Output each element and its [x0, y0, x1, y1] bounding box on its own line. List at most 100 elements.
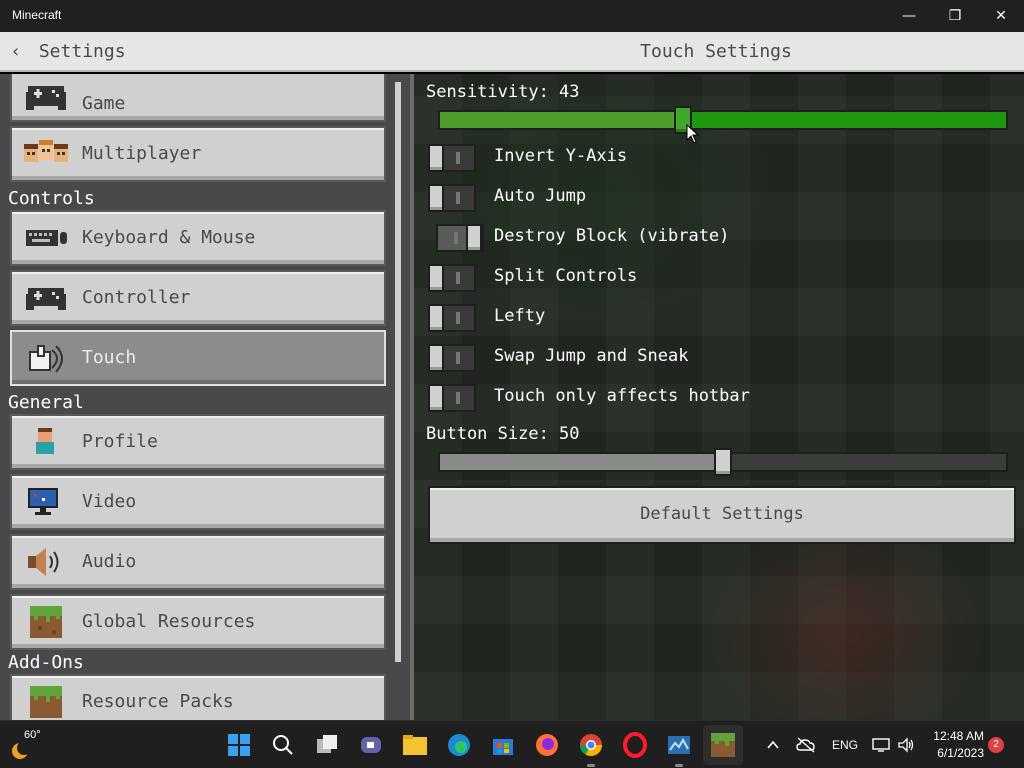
- controller-icon: [26, 86, 66, 110]
- toggle-knob: [428, 184, 444, 212]
- edge-button[interactable]: [443, 729, 475, 761]
- teams-chat-button[interactable]: [355, 729, 387, 761]
- back-label: Settings: [38, 41, 126, 62]
- toggle-knob: [428, 144, 444, 172]
- back-button[interactable]: ‹ Settings: [12, 32, 126, 72]
- toggle-label: Invert Y-Axis: [494, 146, 628, 166]
- taskbar-search-button[interactable]: [267, 729, 299, 761]
- sidebar-item-controller[interactable]: Controller: [10, 270, 386, 326]
- sidebar-item-label: Multiplayer: [82, 143, 202, 164]
- photos-icon: [668, 736, 690, 754]
- sidebar-item-label: Video: [82, 491, 137, 512]
- toggle-label: Destroy Block (vibrate): [494, 226, 730, 246]
- chrome-icon: [580, 734, 602, 756]
- toggle-switch[interactable]: [428, 264, 476, 292]
- settings-sidebar: Game Multiplayer Controls Keyboard & Mou…: [0, 74, 410, 720]
- chevron-left-icon: ‹: [12, 41, 20, 62]
- monitor-icon: [28, 488, 58, 515]
- toggle-notch: [456, 392, 460, 404]
- keyboard-icon: [26, 230, 67, 246]
- sidebar-item-global-resources[interactable]: Global Resources: [10, 594, 386, 650]
- clock-date: 6/1/2023: [937, 746, 984, 760]
- notification-badge[interactable]: 2: [988, 737, 1004, 753]
- sidebar-item-label: Touch: [82, 347, 137, 368]
- volume-icon[interactable]: [897, 737, 915, 753]
- file-explorer-icon: [403, 735, 427, 755]
- file-explorer-button[interactable]: [399, 729, 431, 761]
- toggle-switch[interactable]: [428, 344, 476, 372]
- minecraft-taskbar-button[interactable]: [703, 725, 743, 765]
- chrome-button[interactable]: [575, 729, 607, 767]
- controller-icon: [26, 288, 66, 310]
- toggle-notch: [456, 312, 460, 324]
- slider-fill: [440, 454, 723, 470]
- grass-block-icon: [30, 606, 62, 638]
- sensitivity-slider[interactable]: [438, 106, 1008, 134]
- multiplayer-icon: [24, 140, 68, 162]
- moon-weather-icon: [12, 741, 30, 759]
- language-indicator[interactable]: ENG: [832, 738, 858, 752]
- toggle-switch[interactable]: [428, 304, 476, 332]
- sidebar-item-game[interactable]: Game: [10, 74, 386, 122]
- sensitivity-label: Sensitivity: 43: [426, 82, 580, 102]
- clock-time: 12:48 AM: [933, 729, 984, 743]
- photos-button[interactable]: [663, 729, 695, 767]
- toggle-label: Auto Jump: [494, 186, 587, 206]
- toggle-switch[interactable]: [436, 224, 484, 252]
- slider-knob[interactable]: [714, 448, 732, 476]
- toggle-notch: [456, 152, 460, 164]
- window-title: Minecraft: [12, 8, 62, 22]
- section-header-add-ons: Add-Ons: [8, 652, 84, 673]
- search-icon: [273, 735, 293, 755]
- running-indicator: [587, 764, 595, 767]
- touch-icon: [29, 345, 63, 373]
- section-header-general: General: [8, 392, 84, 413]
- toggle-notch: [456, 272, 460, 284]
- opera-button[interactable]: [619, 729, 651, 761]
- restore-button[interactable]: ❐: [932, 0, 978, 32]
- sidebar-item-profile[interactable]: Profile: [10, 414, 386, 470]
- toggle-switch[interactable]: [428, 184, 476, 212]
- firefox-button[interactable]: [531, 729, 563, 761]
- toggle-label: Swap Jump and Sneak: [494, 346, 689, 366]
- chevron-up-icon[interactable]: [766, 739, 780, 751]
- toggle-label: Touch only affects hotbar: [494, 386, 750, 406]
- close-button[interactable]: ✕: [978, 0, 1024, 32]
- network-icon[interactable]: [872, 737, 890, 753]
- toggle-switch[interactable]: [428, 384, 476, 412]
- sidebar-item-video[interactable]: Video: [10, 474, 386, 530]
- page-title: Touch Settings: [640, 41, 792, 62]
- sidebar-item-keyboard-mouse[interactable]: Keyboard & Mouse: [10, 210, 386, 266]
- sidebar-item-multiplayer[interactable]: Multiplayer: [10, 126, 386, 182]
- firefox-icon: [536, 734, 558, 756]
- sidebar-item-label: Profile: [82, 431, 158, 452]
- windows-start-icon: [228, 734, 250, 756]
- toggle-switch[interactable]: [428, 144, 476, 172]
- grass-block-icon: [30, 686, 62, 718]
- minimize-button[interactable]: —: [886, 0, 932, 32]
- toggle-knob: [428, 264, 444, 292]
- toggle-knob: [466, 224, 482, 252]
- clock[interactable]: 12:48 AM 6/1/2023: [926, 729, 984, 761]
- store-button[interactable]: [487, 729, 519, 761]
- window-title-bar: Minecraft — ❐ ✕: [0, 0, 1024, 32]
- task-view-button[interactable]: [311, 729, 343, 761]
- taskbar: 60° ENG 12:48 AM 6/1/2023 2: [0, 720, 1024, 768]
- start-button[interactable]: [223, 729, 255, 761]
- profile-icon: [36, 428, 54, 454]
- onedrive-offline-icon[interactable]: [796, 737, 816, 753]
- weather-widget[interactable]: 60°: [8, 727, 48, 763]
- button-size-slider[interactable]: [438, 448, 1008, 476]
- sidebar-item-audio[interactable]: Audio: [10, 534, 386, 590]
- slider-fill: [440, 112, 683, 128]
- toggle-label: Split Controls: [494, 266, 638, 286]
- sidebar-item-resource-packs[interactable]: Resource Packs: [10, 674, 386, 720]
- default-settings-button[interactable]: Default Settings: [428, 486, 1016, 544]
- sidebar-item-touch[interactable]: Touch: [10, 330, 386, 386]
- sidebar-scrollbar[interactable]: [395, 82, 401, 662]
- store-icon: [493, 739, 513, 755]
- opera-icon: [623, 732, 647, 758]
- task-view-icon: [317, 735, 337, 753]
- toggle-knob: [428, 304, 444, 332]
- weather-temp: 60°: [24, 729, 41, 741]
